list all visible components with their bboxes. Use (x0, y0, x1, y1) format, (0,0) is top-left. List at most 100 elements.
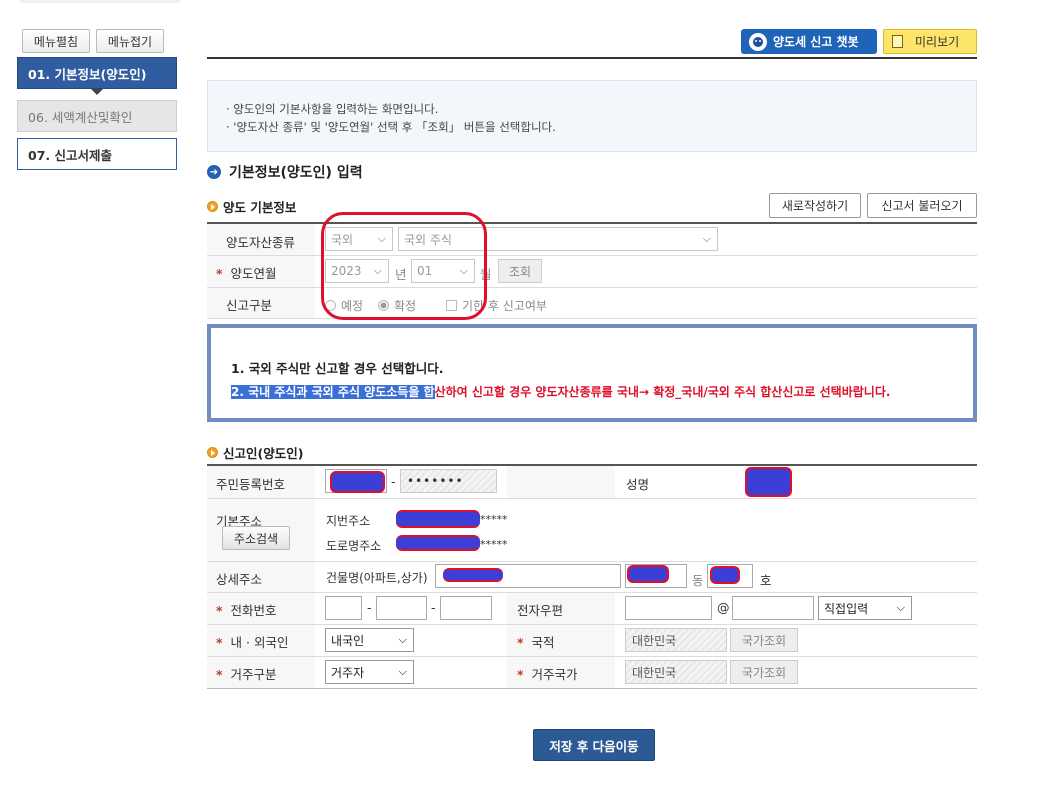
ho-unit: 호 (760, 573, 772, 588)
rrn-masked-value: ••••••• (407, 474, 464, 488)
bullet-icon (207, 201, 218, 212)
sidebar-item-label: 06. 세액계산및확인 (28, 109, 133, 125)
row-divider (207, 656, 977, 657)
residence-select[interactable]: 거주자 ⌵ (325, 660, 414, 684)
road-suffix: ***** (480, 538, 508, 551)
report-type-label: 신고구분 (226, 298, 273, 313)
redaction-mark (745, 467, 792, 497)
chatbot-label: 양도세 신고 챗봇 (773, 35, 859, 49)
row-divider (207, 318, 977, 319)
phone-dash-1: - (367, 600, 372, 615)
chatbot-icon (749, 32, 767, 51)
redaction-mark (330, 471, 385, 493)
phone-part1-input[interactable] (325, 596, 362, 620)
residence-label-text: 거주구분 (230, 667, 277, 682)
rrn-back-input[interactable]: ••••••• (400, 469, 497, 493)
chevron-down-icon: ⌵ (398, 633, 407, 646)
notice-line-2: 2. 국내 주식과 국외 주식 양도소득을 합산하여 신고할 경우 양도자산종류… (231, 383, 890, 400)
notice-highlight: 2. 국내 주식과 국외 주식 양도소득을 합 (231, 385, 435, 399)
arrow-circle-icon: ➔ (207, 165, 221, 179)
jibun-suffix: ***** (480, 513, 508, 526)
row-divider (207, 592, 977, 593)
residence-country-input: 대한민국 (625, 660, 727, 684)
nation-value: 대한민국 (632, 633, 677, 648)
residence-country-query-button[interactable]: 국가조회 (730, 660, 798, 684)
save-next-button[interactable]: 저장 후 다음이동 (533, 729, 655, 761)
nation-query-button[interactable]: 국가조회 (730, 628, 798, 652)
residence-label: * 거주구분 (216, 667, 277, 682)
annotation-red-outline (321, 212, 487, 320)
page-title-text: 기본정보(양도인) 입력 (229, 165, 363, 181)
nation-input: 대한민국 (625, 628, 727, 652)
preview-button[interactable]: 미리보기 (883, 29, 977, 54)
nation-label-text: 국적 (531, 635, 555, 650)
sidebar-item-tax-calc[interactable]: 06. 세액계산및확인 (17, 100, 177, 132)
email-label: 전자우편 (517, 603, 564, 618)
nation-label: * 국적 (517, 635, 555, 650)
bullet-icon (207, 447, 218, 458)
info-box: · 양도인의 기본사항을 입력하는 화면입니다. · '양도자산 종류' 및 '… (207, 80, 977, 152)
reporter-label-col-2 (507, 466, 615, 498)
email-domain-select[interactable]: 직접입력 ⌵ (818, 596, 912, 620)
query-button[interactable]: 조회 (498, 259, 542, 283)
redaction-mark (396, 510, 480, 528)
sidebar-item-label: 07. 신고서제출 (28, 147, 112, 163)
notice-line-1: 1. 국외 주식만 신고할 경우 선택합니다. (231, 361, 444, 376)
phone-part3-input[interactable] (440, 596, 492, 620)
sidebar-item-basic-info[interactable]: 01. 기본정보(양도인) (17, 57, 177, 89)
nationality-type-select[interactable]: 내국인 ⌵ (325, 628, 414, 652)
row-divider (207, 688, 977, 689)
sidebar-item-label: 01. 기본정보(양도인) (28, 66, 147, 82)
reporter-section-title: 신고인(양도인) (207, 443, 303, 462)
phone-label-text: 전화번호 (230, 603, 277, 618)
info-line-2: · '양도자산 종류' 및 '양도연월' 선택 후 「조회」 버튼을 선택합니다… (226, 120, 556, 134)
address-search-button[interactable]: 주소검색 (222, 526, 290, 550)
row-divider (207, 561, 977, 562)
phone-label: * 전화번호 (216, 603, 277, 618)
info-line-1: · 양도인의 기본사항을 입력하는 화면입니다. (226, 102, 439, 116)
preview-label: 미리보기 (915, 35, 960, 49)
header-divider (207, 57, 977, 59)
chatbot-button[interactable]: 양도세 신고 챗봇 (741, 29, 877, 54)
nationality-type-value: 내국인 (331, 633, 365, 648)
rrn-dash: - (391, 474, 396, 489)
redaction-mark (396, 535, 480, 551)
dong-unit: 동 (692, 573, 704, 588)
chevron-down-icon: ⌵ (398, 665, 407, 678)
chevron-down-icon: ⌵ (896, 601, 905, 614)
jibun-label: 지번주소 (326, 514, 371, 528)
chevron-down-icon: ⌵ (702, 232, 711, 245)
nationality-type-label-text: 내 · 외국인 (230, 635, 289, 650)
load-report-button[interactable]: 신고서 불러오기 (867, 193, 977, 218)
redaction-mark (443, 568, 503, 582)
notice-rest: 산하여 신고할 경우 양도자산종류를 국내→ 확정_국내/국외 주식 합산신고로… (434, 385, 891, 399)
top-shadow (20, 0, 180, 3)
email-domain-input[interactable] (732, 596, 814, 620)
rrn-label: 주민등록번호 (216, 477, 286, 492)
redaction-mark (627, 565, 669, 583)
menu-expand-button[interactable]: 메뉴펼침 (22, 29, 90, 53)
phone-part2-input[interactable] (376, 596, 427, 620)
basic-section-title-text: 양도 기본정보 (223, 200, 297, 215)
basic-section-title: 양도 기본정보 (207, 197, 296, 216)
sidebar-item-submit[interactable]: 07. 신고서제출 (17, 138, 177, 170)
residence-country-label-text: 거주국가 (531, 667, 578, 682)
name-label: 성명 (626, 477, 650, 492)
phone-dash-2: - (431, 600, 436, 615)
residence-value: 거주자 (331, 665, 365, 680)
email-domain-select-value: 직접입력 (824, 601, 869, 616)
nationality-type-label: * 내 · 외국인 (216, 635, 289, 650)
residence-country-label: * 거주국가 (517, 667, 578, 682)
sidebar-active-arrow-icon (91, 89, 103, 95)
document-icon (892, 35, 903, 48)
new-write-button[interactable]: 새로작성하기 (769, 193, 861, 218)
reporter-section-title-text: 신고인(양도인) (223, 446, 304, 461)
email-id-input[interactable] (625, 596, 712, 620)
road-label: 도로명주소 (326, 539, 382, 553)
menu-collapse-button[interactable]: 메뉴접기 (96, 29, 164, 53)
email-at: @ (717, 600, 730, 615)
yearmonth-label-text: 양도연월 (230, 266, 277, 281)
asset-type-label: 양도자산종류 (226, 235, 296, 250)
yearmonth-label: * 양도연월 (216, 266, 277, 281)
notice-box: 1. 국외 주식만 신고할 경우 선택합니다. 2. 국내 주식과 국외 주식 … (207, 324, 977, 422)
